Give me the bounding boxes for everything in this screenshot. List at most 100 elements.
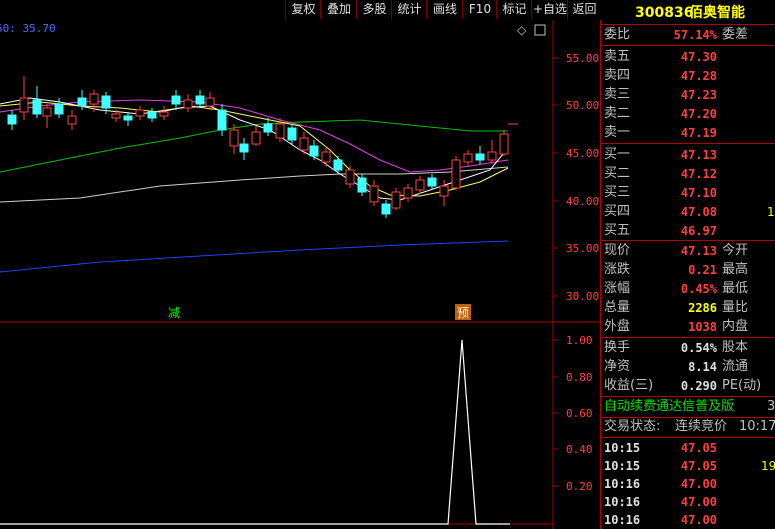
candle-body bbox=[159, 111, 169, 117]
ask-level-4-label: 卖四 bbox=[604, 68, 631, 83]
window-box-icon bbox=[534, 24, 546, 36]
toolbar-button-4[interactable]: 画线 bbox=[426, 0, 463, 19]
bid-level-4-label: 买四 bbox=[604, 204, 631, 219]
bid-level-3-value: 47.10 bbox=[680, 186, 717, 200]
candle-body bbox=[77, 97, 87, 107]
candle-body bbox=[299, 137, 309, 151]
candle-body bbox=[195, 95, 205, 105]
toolbar-button-5[interactable]: F10 bbox=[462, 0, 497, 19]
quote-2-label: 涨幅 bbox=[604, 281, 631, 296]
fund-0-label2: 股本 bbox=[722, 340, 749, 355]
candle-body bbox=[499, 133, 509, 155]
candle-body bbox=[7, 114, 17, 125]
ask-level-1: 卖一 47.19 bbox=[601, 124, 775, 142]
ask-level-1-value: 47.19 bbox=[680, 126, 717, 140]
candle-body bbox=[287, 127, 297, 141]
ask-level-4: 卖四 47.28 bbox=[601, 67, 775, 85]
ind-tick-label: 0.60 bbox=[566, 407, 593, 420]
candle-body bbox=[487, 151, 497, 161]
candle-body bbox=[381, 203, 391, 215]
ask-level-5: 卖五 47.30 bbox=[601, 48, 775, 66]
quote-2: 涨幅 0.45% 最低 bbox=[601, 280, 775, 298]
quote-2-label2: 最低 bbox=[722, 281, 749, 296]
quote-4: 外盘 1038 内盘 bbox=[601, 318, 775, 336]
toolbar-button-0[interactable]: 复权 bbox=[285, 0, 321, 19]
fund-0-value: 0.54% bbox=[680, 341, 717, 355]
ind-tick-label: 0.20 bbox=[566, 480, 593, 493]
fund-1-label: 净资 bbox=[604, 359, 631, 374]
bid-level-4-value: 47.08 bbox=[680, 205, 717, 219]
candle-body bbox=[357, 177, 367, 193]
candle-body bbox=[263, 123, 273, 133]
candle-body bbox=[475, 153, 485, 161]
fund-2: 收益(三) 0.290 PE(动) bbox=[601, 377, 775, 395]
tick-row: 10:15 47.05 bbox=[601, 439, 775, 457]
stock-title: 300836 佰奥智能 bbox=[601, 2, 775, 24]
ask-level-5-value: 47.30 bbox=[680, 50, 717, 64]
quote-4-label: 外盘 bbox=[604, 319, 631, 334]
candle-body bbox=[439, 185, 449, 197]
candle-body bbox=[217, 109, 227, 131]
candle-body bbox=[171, 95, 181, 105]
toolbar-button-3[interactable]: 统计 bbox=[391, 0, 427, 19]
diamond-icon: ◇ bbox=[517, 23, 527, 37]
toolbar-button-2[interactable]: 多股 bbox=[356, 0, 392, 19]
candle-body bbox=[123, 115, 133, 121]
candle-body bbox=[427, 177, 437, 187]
ask-level-1-label: 卖一 bbox=[604, 125, 631, 140]
fund-0-label: 换手 bbox=[604, 340, 631, 355]
candle-body bbox=[251, 131, 261, 145]
candle-body bbox=[67, 115, 77, 125]
candle-body bbox=[135, 109, 145, 117]
candle-body bbox=[451, 159, 461, 189]
candle-body bbox=[415, 179, 425, 191]
stock-name: 佰奥智能 bbox=[689, 5, 745, 21]
chart-area[interactable]: 55.00 50.00 45.00 40.00 35.00 30.00 1.00 0.80 0.… bbox=[0, 20, 601, 529]
candle-body bbox=[333, 159, 343, 171]
ma-label: 50: 35.70 bbox=[0, 22, 56, 35]
quote-1-label: 涨跌 bbox=[604, 262, 631, 277]
bid-level-1-label: 买一 bbox=[604, 147, 631, 162]
bid-level-5-label: 买五 bbox=[604, 223, 631, 238]
y-tick-label: 45.00 bbox=[566, 147, 599, 160]
bid-level-3-label: 买三 bbox=[604, 185, 631, 200]
fund-2-value: 0.290 bbox=[680, 379, 717, 393]
quote-1-value: 0.21 bbox=[688, 263, 717, 277]
quote-4-value: 1038 bbox=[688, 320, 717, 334]
ask-level-3-value: 47.23 bbox=[680, 88, 717, 102]
fund-1: 净资 8.14 流通 bbox=[601, 358, 775, 376]
tick-volume: 19 bbox=[761, 459, 775, 473]
tick-row: 10:16 47.00 bbox=[601, 493, 775, 511]
candlestick-chart[interactable]: 55.00 50.00 45.00 40.00 35.00 30.00 1.00 0.80 0.… bbox=[0, 20, 600, 529]
ask-level-5-label: 卖五 bbox=[604, 49, 631, 64]
order-ratio-row: 委比 57.14% 委差 bbox=[604, 27, 749, 42]
y-tick-label: 40.00 bbox=[566, 195, 599, 208]
tick-time: 10:16 bbox=[604, 513, 641, 527]
ma-line-green bbox=[0, 119, 508, 173]
candle-body bbox=[147, 111, 157, 119]
toolbar-button-6[interactable]: 标记 bbox=[496, 0, 532, 19]
toolbar-button-1[interactable]: 叠加 bbox=[320, 0, 357, 19]
quote-panel: 300836 佰奥智能 委比 57.14% 委差 卖五 47.30 卖四 47.28 卖… bbox=[601, 0, 775, 529]
marker-forecast: 预 bbox=[457, 306, 469, 320]
quote-0: 现价 47.13 今开 bbox=[601, 242, 775, 260]
bid-level-2-value: 47.12 bbox=[680, 167, 717, 181]
fund-2-label2: PE(动) bbox=[722, 378, 762, 393]
marker-reduce: 减 bbox=[168, 306, 180, 320]
candle-body bbox=[391, 191, 401, 209]
fund-0: 换手 0.54% 股本 bbox=[601, 339, 775, 357]
renewal-banner[interactable]: 自动续费通达信普及版 3 bbox=[601, 398, 775, 416]
toolbar-button-7[interactable]: +自选 bbox=[531, 0, 568, 19]
tick-time: 10:16 bbox=[604, 477, 641, 491]
candle-body bbox=[101, 95, 111, 109]
ind-tick-label: 1.00 bbox=[566, 334, 593, 347]
y-tick-label: 30.00 bbox=[566, 290, 599, 303]
quote-3-label: 总量 bbox=[604, 300, 631, 315]
toolbar-button-8[interactable]: 返回 bbox=[567, 0, 601, 19]
bid-level-3: 买三 47.10 bbox=[601, 184, 775, 202]
candle-body bbox=[89, 93, 99, 105]
tick-time: 10:16 bbox=[604, 495, 641, 509]
y-tick-label: 55.00 bbox=[566, 52, 599, 65]
fund-1-value: 8.14 bbox=[688, 360, 717, 374]
quote-3: 总量 2286 量比 bbox=[601, 299, 775, 317]
